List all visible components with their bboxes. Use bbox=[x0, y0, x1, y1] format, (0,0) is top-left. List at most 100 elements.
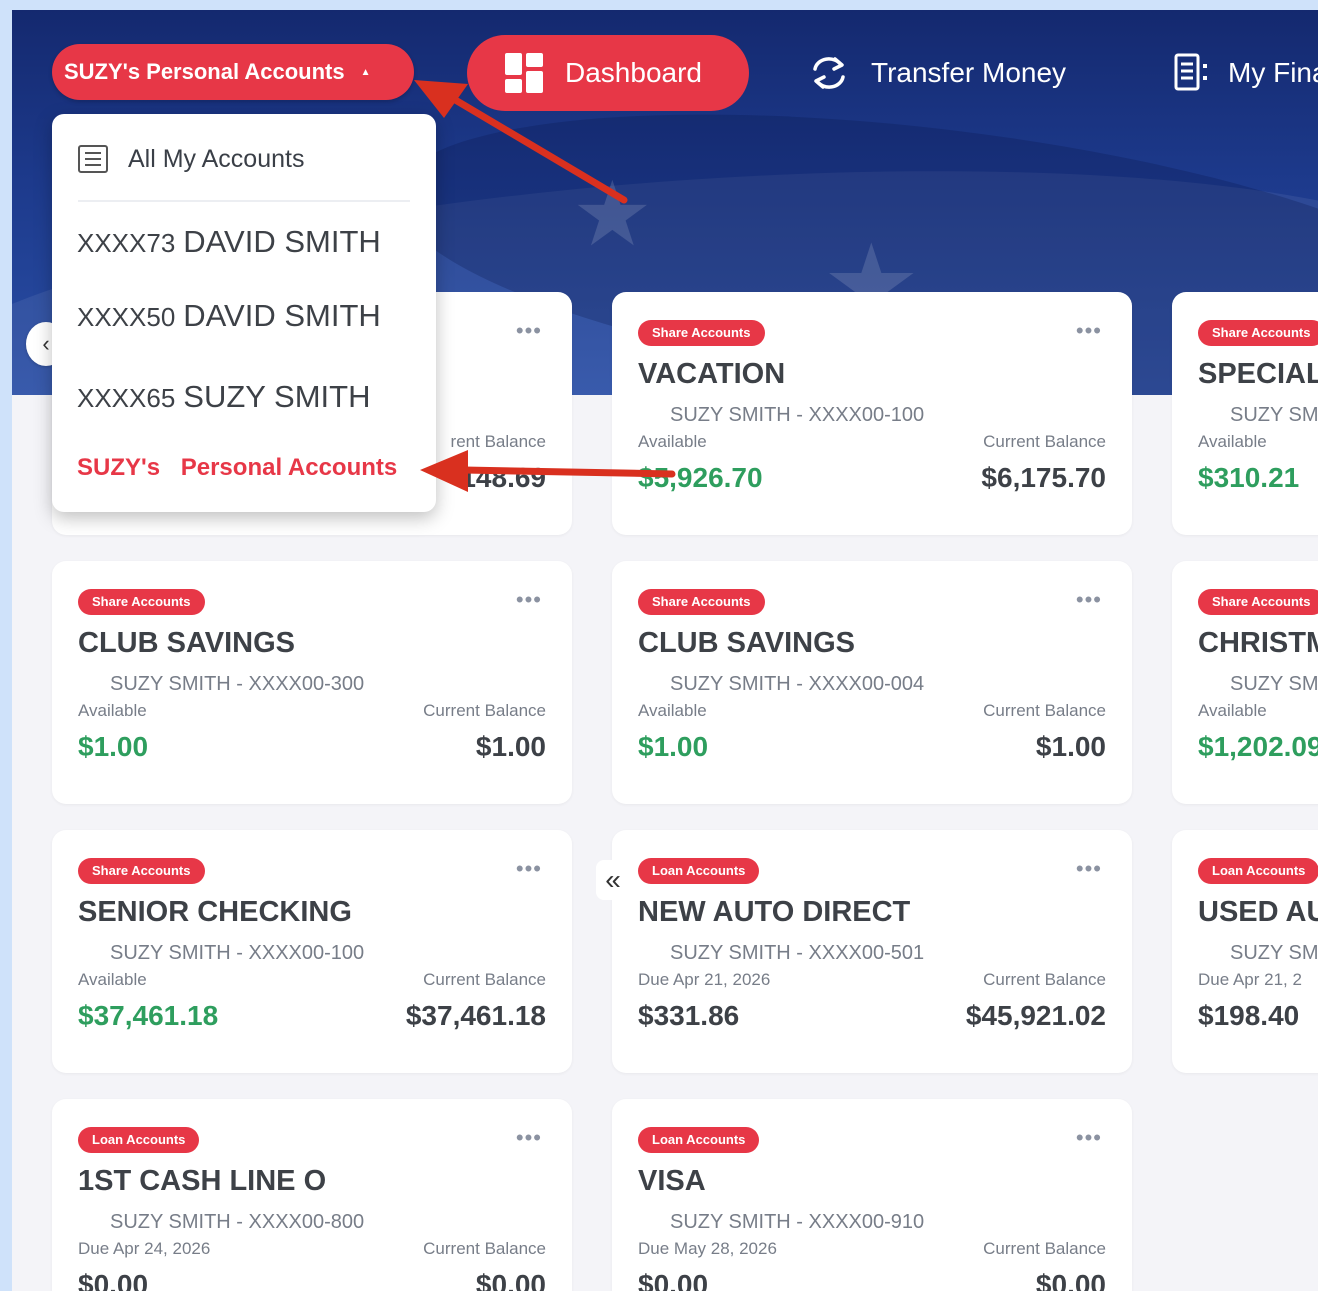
due-date-label: Due Apr 21, 2 bbox=[1198, 970, 1302, 989]
account-card[interactable]: Share Accounts SPECIAL SUZY SMI Availabl… bbox=[1172, 292, 1318, 535]
account-title: CLUB SAVINGS bbox=[638, 627, 855, 659]
account-type-badge: Share Accounts bbox=[78, 589, 205, 615]
account-mask: XXXX50 bbox=[77, 302, 176, 332]
account-owner: SUZY SMITH - XXXX00-300 bbox=[110, 673, 365, 695]
payment-due-amount: $198.40 bbox=[1198, 1000, 1300, 1031]
account-title: VISA bbox=[638, 1165, 706, 1197]
current-balance-label: Current Balance bbox=[423, 1239, 546, 1258]
due-date-label: Due Apr 24, 2026 bbox=[78, 1239, 211, 1258]
account-card[interactable]: Share Accounts ••• SENIOR CHECKING SUZY … bbox=[52, 830, 572, 1073]
account-type-badge: Loan Accounts bbox=[78, 1127, 200, 1153]
due-date-label: Due Apr 21, 2026 bbox=[638, 970, 771, 989]
account-card[interactable]: Share Accounts ••• CLUB SAVINGS SUZY SMI… bbox=[52, 561, 572, 804]
current-balance-label: Current Balance bbox=[983, 1239, 1106, 1258]
account-card[interactable]: Share Accounts CHRISTM SUZY SMI Availabl… bbox=[1172, 561, 1318, 804]
account-card[interactable]: Loan Accounts ••• NEW AUTO DIRECT SUZY S… bbox=[612, 830, 1132, 1073]
available-label: Available bbox=[78, 970, 147, 989]
transfer-money-link[interactable]: Transfer Money bbox=[805, 50, 1066, 96]
account-type-badge: Share Accounts bbox=[1198, 589, 1318, 615]
available-label: Available bbox=[78, 701, 147, 720]
current-balance-label: Current Balance bbox=[983, 970, 1106, 989]
account-mask: XXXX73 bbox=[77, 228, 176, 258]
dropdown-item-personal-accounts[interactable]: SUZY's Personal Accounts bbox=[77, 454, 397, 482]
dashboard-button[interactable]: Dashboard bbox=[467, 35, 749, 111]
available-amount: $1.00 bbox=[78, 731, 149, 762]
current-balance-amount: $0.00 bbox=[1035, 1269, 1106, 1291]
account-card[interactable]: Share Accounts ••• CLUB SAVINGS SUZY SMI… bbox=[612, 561, 1132, 804]
account-title: CLUB SAVINGS bbox=[78, 627, 295, 659]
available-amount: $310.21 bbox=[1198, 462, 1300, 493]
account-mask: XXXX65 bbox=[77, 383, 176, 413]
account-holder-name: DAVID SMITH bbox=[183, 298, 381, 333]
account-type-badge: Share Accounts bbox=[638, 320, 765, 346]
dashboard-icon bbox=[505, 53, 545, 93]
account-owner: SUZY SMITH - XXXX00-800 bbox=[110, 1211, 365, 1233]
account-owner: SUZY SMI bbox=[1230, 673, 1318, 695]
current-balance-label: rent Balance bbox=[450, 432, 546, 451]
account-type-badge: Share Accounts bbox=[638, 589, 765, 615]
more-options-icon[interactable]: ••• bbox=[516, 318, 542, 344]
more-options-icon[interactable]: ••• bbox=[516, 856, 542, 882]
account-selector-label: Personal Accounts bbox=[146, 59, 345, 84]
account-holder-name: SUZY SMITH bbox=[183, 379, 371, 414]
account-owner: SUZY SMITH - XXXX00-501 bbox=[670, 942, 925, 964]
account-card[interactable]: Loan Accounts ••• VISA SUZY SMITH - XXXX… bbox=[612, 1099, 1132, 1291]
current-balance-label: Current Balance bbox=[423, 701, 546, 720]
selected-group-owner: SUZY's bbox=[77, 454, 161, 481]
account-owner: SUZY SMI bbox=[1230, 404, 1318, 426]
available-label: Available bbox=[638, 701, 707, 720]
current-balance-amount: $0.00 bbox=[475, 1269, 546, 1291]
available-amount: $1,202.09 bbox=[1198, 731, 1318, 762]
account-group-dropdown: All My Accounts XXXX73 DAVID SMITH XXXX50… bbox=[52, 114, 436, 512]
account-type-badge: Loan Accounts bbox=[1198, 858, 1318, 884]
account-selector-owner: SUZY's bbox=[64, 59, 141, 84]
more-options-icon[interactable]: ••• bbox=[516, 587, 542, 613]
account-title: 1ST CASH LINE O bbox=[78, 1165, 327, 1197]
available-label: Available bbox=[638, 432, 707, 451]
account-owner: SUZY SMI bbox=[1230, 942, 1318, 964]
account-title: SENIOR CHECKING bbox=[78, 896, 352, 928]
account-title: VACATION bbox=[638, 358, 786, 390]
my-finances-link[interactable]: My Fina bbox=[1172, 50, 1318, 96]
dropdown-item-account[interactable]: XXXX73 DAVID SMITH bbox=[77, 224, 381, 260]
account-holder-name: DAVID SMITH bbox=[183, 224, 381, 259]
transfer-money-label: Transfer Money bbox=[871, 57, 1067, 88]
due-date-label: Due May 28, 2026 bbox=[638, 1239, 777, 1258]
available-amount: $37,461.18 bbox=[78, 1000, 219, 1031]
payment-due-amount: $331.86 bbox=[638, 1000, 740, 1031]
current-balance-amount: $45,921.02 bbox=[965, 1000, 1106, 1031]
dropdown-item-all-accounts[interactable]: All My Accounts bbox=[78, 142, 304, 176]
more-options-icon[interactable]: ••• bbox=[516, 1125, 542, 1151]
account-card[interactable]: Loan Accounts ••• 1ST CASH LINE O SUZY S… bbox=[52, 1099, 572, 1291]
dropdown-item-account[interactable]: XXXX65 SUZY SMITH bbox=[77, 379, 370, 415]
dropdown-item-account[interactable]: XXXX50 DAVID SMITH bbox=[77, 298, 381, 334]
all-accounts-label: All My Accounts bbox=[128, 144, 305, 173]
more-options-icon[interactable]: ••• bbox=[1076, 318, 1102, 344]
account-card[interactable]: Share Accounts ••• VACATION SUZY SMITH -… bbox=[612, 292, 1132, 535]
account-type-badge: Loan Accounts bbox=[638, 1127, 760, 1153]
account-owner: SUZY SMITH - XXXX00-100 bbox=[670, 404, 925, 426]
available-amount: $5,926.70 bbox=[638, 462, 763, 493]
current-balance-amount: $6,175.70 bbox=[981, 462, 1106, 493]
account-group-selector[interactable]: SUZY's Personal Accounts ▲ bbox=[52, 44, 414, 100]
current-balance-amount: $1.00 bbox=[475, 731, 546, 762]
current-balance-label: Current Balance bbox=[983, 701, 1106, 720]
more-options-icon[interactable]: ••• bbox=[1076, 856, 1102, 882]
available-label: Available bbox=[1198, 432, 1267, 451]
more-options-icon[interactable]: ••• bbox=[1076, 587, 1102, 613]
document-icon bbox=[1174, 53, 1207, 91]
current-balance-amount: 148.69 bbox=[460, 462, 546, 493]
account-title: SPECIAL bbox=[1198, 358, 1318, 390]
account-owner: SUZY SMITH - XXXX00-910 bbox=[670, 1211, 925, 1233]
current-balance-label: Current Balance bbox=[983, 432, 1106, 451]
account-type-badge: Share Accounts bbox=[78, 858, 205, 884]
more-options-icon[interactable]: ••• bbox=[1076, 1125, 1102, 1151]
current-balance-amount: $1.00 bbox=[1035, 731, 1106, 762]
account-type-badge: Loan Accounts bbox=[638, 858, 760, 884]
collapse-panel-button[interactable]: « bbox=[596, 860, 630, 900]
account-card[interactable]: Loan Accounts USED AU SUZY SMI Due Apr 2… bbox=[1172, 830, 1318, 1073]
account-title: NEW AUTO DIRECT bbox=[638, 896, 911, 928]
app-frame: ★ ★ SUZY's Personal Accounts ▲ Dashboard… bbox=[12, 10, 1318, 1291]
list-icon bbox=[78, 145, 108, 173]
account-title: USED AU bbox=[1198, 896, 1318, 928]
